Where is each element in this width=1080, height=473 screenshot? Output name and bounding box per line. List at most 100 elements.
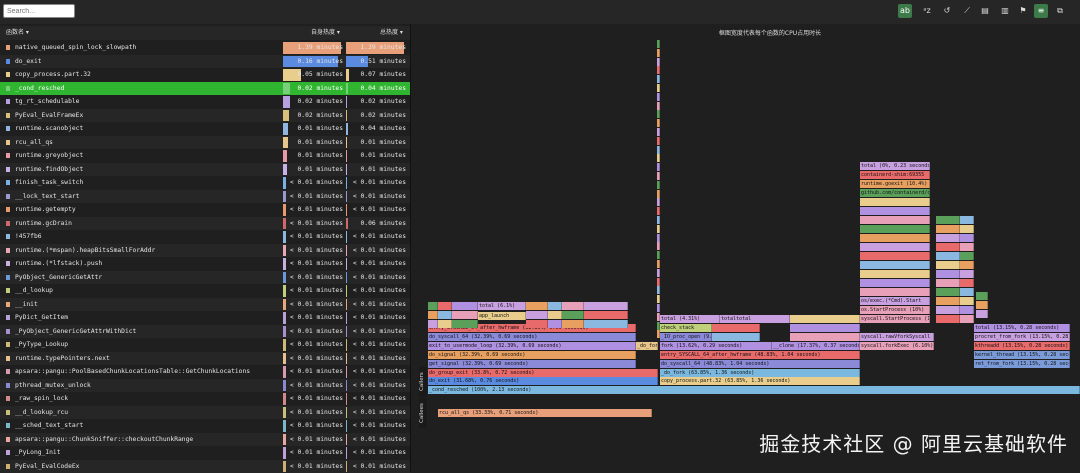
flame-frame[interactable] [790,324,860,332]
flame-frame[interactable] [657,322,660,330]
flame-frame[interactable]: entry_SYSCALL_64_after_hwframe (48.83%, … [660,351,860,359]
flame-frame[interactable] [960,225,974,233]
flame-frame[interactable] [657,181,660,189]
flame-frame[interactable]: do_signal (32.39%, 0.69 seconds) [428,351,636,359]
flame-frame[interactable] [976,292,988,300]
flame-frame[interactable] [790,315,860,323]
flame-frame[interactable]: procret_from_fork (13.15%, 0.28 seconds) [974,333,1070,341]
flame-frame[interactable]: os/exec.(*Cmd).Start [860,297,930,305]
flame-frame[interactable] [657,295,660,303]
flame-frame[interactable] [584,311,628,319]
flame-frame[interactable] [712,324,760,332]
flame-frame[interactable] [526,320,548,328]
flame-frame[interactable] [452,311,478,319]
flame-frame[interactable] [657,163,660,171]
flame-frame[interactable]: _do_fork (63.85%, 1.36 seconds) [660,369,860,377]
flame-frame[interactable] [936,216,960,224]
flame-frame[interactable]: get_signal (32.39%, 0.69 seconds) [428,360,636,368]
flame-frame[interactable] [438,311,452,319]
flame-frame[interactable] [657,330,660,338]
flame-frame[interactable] [657,102,660,110]
flame-frame[interactable] [657,260,660,268]
flame-frame[interactable] [657,137,660,145]
flame-frame[interactable]: do_exit (31.68%, 0.76 seconds) [428,377,658,385]
flame-frame[interactable]: do_syscall_64 (48.83%, 1.04 seconds) [660,360,860,368]
flame-frame[interactable] [936,243,960,251]
flame-frame[interactable] [452,320,478,328]
flame-frame[interactable]: app_launch [478,312,526,320]
flame-frame[interactable] [960,306,974,314]
flame-frame[interactable] [562,302,584,310]
flame-frame[interactable] [936,288,960,296]
flame-frame[interactable] [960,252,974,260]
flame-frame[interactable]: fork (13.62%, 0.29 seconds) [660,342,772,350]
flame-frame[interactable] [790,333,860,341]
flame-frame[interactable] [936,306,960,314]
flame-frame[interactable]: _cond_resched (100%, 2.13 seconds) [428,386,1080,394]
flame-frame[interactable] [526,311,548,319]
flame-frame[interactable] [936,297,960,305]
flame-frame[interactable]: do_group_exit (33.8%, 0.72 seconds) [428,369,658,377]
flame-frame[interactable]: syscall.rawVforkSyscall [860,333,934,341]
flame-frame[interactable]: __clone (17.37%, 0.37 seconds) [772,342,860,350]
flame-frame[interactable] [526,302,548,310]
flame-frame[interactable]: os.StartProcess (10%) [860,306,930,314]
flame-frame[interactable] [976,310,988,318]
flame-frame[interactable] [452,302,478,310]
flame-frame[interactable] [657,207,660,215]
flame-frame[interactable] [657,198,660,206]
flame-frame[interactable] [657,128,660,136]
flame-frame[interactable]: _do_fork [636,342,658,350]
flame-frame[interactable] [976,301,988,309]
flame-frame[interactable] [657,242,660,250]
flame-frame[interactable] [562,320,584,328]
flame-frame[interactable] [860,261,930,269]
flame-frame[interactable] [657,172,660,180]
flame-frame[interactable]: copy_process.part.32 (63.85%, 1.36 secon… [660,377,860,385]
flame-frame[interactable] [860,270,930,278]
flame-frame[interactable]: syscall.StartProcess (10%) [860,315,930,323]
flame-frame[interactable] [657,251,660,259]
flame-frame[interactable] [860,225,930,233]
flame-frame[interactable] [960,261,974,269]
flame-frame[interactable] [584,302,628,310]
flame-frame[interactable]: containerd-shim:69355 [860,171,930,179]
flame-frame[interactable] [860,252,930,260]
flame-frame[interactable] [657,154,660,162]
flame-frame[interactable] [936,225,960,233]
flame-frame[interactable]: github.com/containerd/c [860,189,930,197]
flame-frame[interactable] [860,207,930,215]
flame-frame[interactable]: total (6.1%) [478,302,526,310]
flame-frame[interactable] [657,110,660,118]
flame-frame[interactable] [657,234,660,242]
flame-frame[interactable] [562,311,584,319]
flame-frame[interactable] [548,302,562,310]
flame-frame[interactable] [860,279,930,287]
flame-frame[interactable] [936,261,960,269]
flame-frame[interactable] [657,286,660,294]
flame-frame[interactable] [657,225,660,233]
flame-frame[interactable] [936,315,960,323]
flame-frame[interactable] [657,278,660,286]
flame-frame[interactable] [860,198,930,206]
flame-frame[interactable] [657,216,660,224]
flame-frame[interactable] [936,279,960,287]
flame-frame[interactable] [657,313,660,321]
flame-frame[interactable] [548,311,562,319]
flame-frame[interactable] [657,66,660,74]
flame-frame[interactable] [657,93,660,101]
flame-frame[interactable] [428,302,438,310]
flame-frame[interactable]: check_stack [660,324,712,332]
flame-frame[interactable] [657,269,660,277]
flame-frame[interactable] [657,84,660,92]
flame-frame[interactable] [657,75,660,83]
flame-frame[interactable]: totaltotal [720,315,790,323]
flame-frame[interactable] [657,58,660,66]
flame-frame[interactable] [860,243,930,251]
flame-frame[interactable] [960,297,974,305]
flame-frame[interactable] [960,288,974,296]
flame-frame[interactable] [712,333,760,341]
flame-frame[interactable]: ret_from_fork (13.15%, 0.28 seconds) [974,360,1070,368]
flame-frame[interactable] [960,270,974,278]
flame-frame[interactable] [960,315,974,323]
